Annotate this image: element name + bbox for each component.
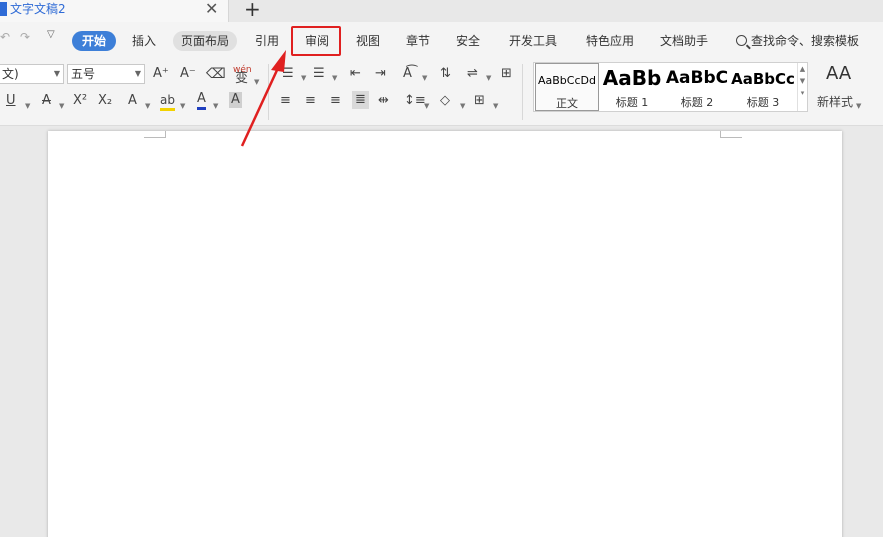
annotation-arrow — [240, 50, 286, 147]
arrow-head — [271, 50, 286, 72]
arrow-shaft — [240, 67, 280, 147]
